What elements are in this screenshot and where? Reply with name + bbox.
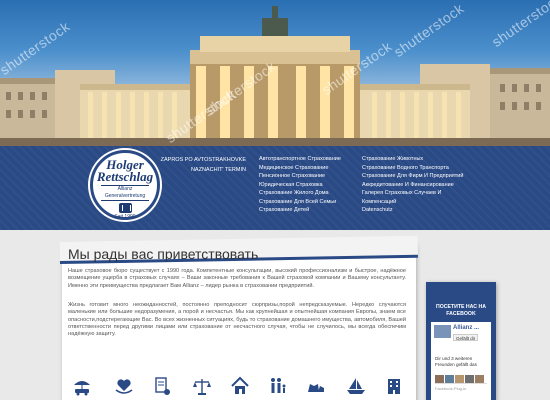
nav-link[interactable]: Страхование Водного Транспорта	[362, 164, 472, 173]
company-logo: Holger Rettschlag Allianz Generalvertret…	[90, 150, 160, 220]
nav-link[interactable]: Страхование Жилого Дома	[259, 189, 354, 198]
quick-links: ZAPROS PO AVTOSTRAKHOVKE NAZNACHIT' TERM…	[160, 155, 246, 175]
facebook-friends-text: Dir und 3 weiteren Freunden gefällt das	[435, 356, 477, 367]
main-content: Мы рады вас приветствовать Наше страхово…	[0, 230, 550, 400]
heart-hands-icon[interactable]	[114, 376, 134, 396]
nav-link[interactable]: Пенсионное Страхование	[259, 172, 354, 181]
car-umbrella-icon[interactable]	[72, 376, 92, 396]
facebook-page-thumbnail[interactable]	[434, 325, 451, 338]
nav-link[interactable]: Страхование Для Фирм И Предприятий	[362, 172, 472, 181]
pets-icon[interactable]	[306, 376, 326, 396]
quick-link-car-insurance-request[interactable]: ZAPROS PO AVTOSTRAKHOVKE	[160, 155, 246, 165]
nav-link[interactable]: Страхование Для Всей Семьи	[259, 198, 354, 207]
logo-link[interactable]: Holger Rettschlag Allianz Generalvertret…	[86, 150, 166, 224]
facebook-widget: ПОСЕТИТЕ НАС НА FACEBOOK Allianz ... Gef…	[426, 282, 496, 400]
nav-link[interactable]: Юридическая Страховка	[259, 181, 354, 190]
navigation-band: Holger Rettschlag Allianz Generalvertret…	[0, 146, 550, 230]
nav-column-1: Автотранспортное Страхование Медицинское…	[259, 155, 354, 215]
facebook-plugin-label: Facebook-Plug-in	[435, 386, 467, 391]
body-paragraph: Жизнь готовит много неожиданностей, пост…	[68, 302, 406, 338]
facebook-page-name[interactable]: Allianz ...	[453, 325, 479, 331]
family-icon[interactable]	[268, 376, 288, 396]
nav-link[interactable]: Медицинское Страхование	[259, 164, 354, 173]
logo-line-since: Seit 1990	[114, 214, 136, 220]
facebook-like-box: Allianz ... Gefällt dir Dir und 3 weiter…	[431, 322, 491, 400]
insurance-icons-row	[68, 376, 408, 398]
document-coins-icon[interactable]	[152, 376, 172, 396]
quick-link-appointment[interactable]: NAZNACHIT' TERMIN	[160, 165, 246, 175]
divider	[435, 383, 487, 384]
scales-justice-icon[interactable]	[192, 376, 212, 396]
nav-column-2: Страхование Животных Страхование Водного…	[362, 155, 472, 215]
hero-image: shutterstock shutterstock shutterstock s…	[0, 0, 550, 146]
nav-link[interactable]: Галерея Страховых Случаев И Компенсаций	[362, 189, 472, 206]
brandenburg-gate-illustration	[0, 6, 550, 146]
nav-link[interactable]: Страхование Детей	[259, 206, 354, 215]
facebook-widget-title: ПОСЕТИТЕ НАС НА FACEBOOK	[436, 304, 486, 317]
boat-icon[interactable]	[346, 376, 366, 396]
nav-link[interactable]: Страхование Животных	[362, 155, 472, 164]
logo-line-surname: Rettschlag	[96, 169, 154, 184]
building-icon[interactable]	[384, 376, 404, 396]
nav-link[interactable]: Аккредитование И Финансирование	[362, 181, 472, 190]
facebook-like-button[interactable]: Gefällt dir	[453, 334, 479, 341]
allianz-badge-icon	[118, 203, 132, 213]
house-icon[interactable]	[230, 376, 250, 396]
facebook-friend-avatars	[435, 371, 489, 384]
page-title: Мы рады вас приветствовать	[68, 246, 259, 262]
nav-link[interactable]: Datenschutz	[362, 206, 472, 215]
intro-paragraph: Наше страховое бюро существует с 1990 го…	[68, 268, 406, 289]
logo-line-tagline: Allianz Generalvertretung	[101, 185, 149, 201]
nav-link[interactable]: Автотранспортное Страхование	[259, 155, 354, 164]
